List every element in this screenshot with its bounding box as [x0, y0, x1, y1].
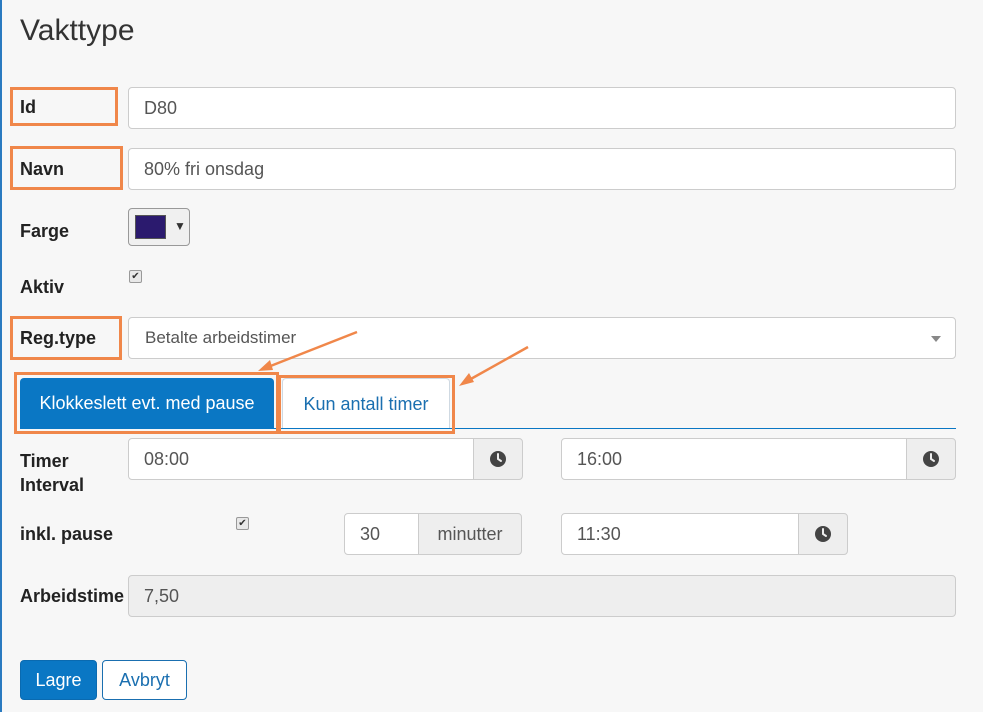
pause-time-input[interactable]: 11:30 — [561, 513, 799, 555]
timer-label-line1: Timer — [20, 451, 69, 471]
pause-label: inkl. pause — [20, 524, 114, 544]
pause-checkbox[interactable]: ✔ — [236, 517, 249, 530]
annotation-arrow-2 — [468, 345, 529, 382]
timer-label-line2: Interval — [20, 475, 85, 495]
pause-minutes-input[interactable]: 30 — [344, 513, 419, 555]
arbeidstimer-field: 7,50 — [128, 575, 956, 617]
timer-start-input[interactable]: 08:00 — [128, 438, 474, 480]
pause-unit-addon: minutter — [418, 513, 522, 555]
annotation-arrowhead-1 — [258, 360, 273, 371]
annotation-arrowhead-2 — [459, 373, 474, 386]
clock-icon — [815, 526, 831, 542]
annotation-arrow-1 — [267, 330, 358, 369]
timer-end-clock-button[interactable] — [906, 438, 956, 480]
save-button[interactable]: Lagre — [20, 660, 97, 700]
timer-end-input[interactable]: 16:00 — [561, 438, 907, 480]
cancel-button[interactable]: Avbryt — [102, 660, 187, 700]
clock-icon — [490, 451, 506, 467]
timer-interval-label: Timer Interval — [20, 449, 84, 497]
arbeidstimer-label: Arbeidstime — [20, 586, 125, 606]
pause-clock-button[interactable] — [798, 513, 848, 555]
timer-start-clock-button[interactable] — [473, 438, 523, 480]
clock-icon — [923, 451, 939, 467]
